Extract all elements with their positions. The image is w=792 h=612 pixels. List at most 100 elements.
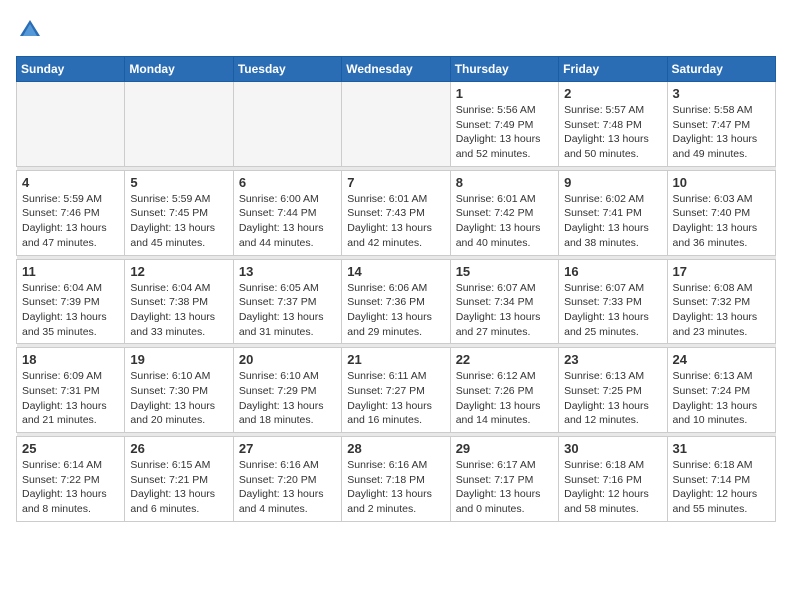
day-number: 11 bbox=[22, 264, 119, 279]
day-number: 31 bbox=[673, 441, 770, 456]
calendar-cell: 4 Sunrise: 5:59 AM Sunset: 7:46 PM Daylig… bbox=[17, 170, 125, 255]
calendar-cell bbox=[342, 82, 450, 167]
day-detail: Sunrise: 6:00 AM Sunset: 7:44 PM Dayligh… bbox=[239, 192, 336, 251]
calendar-cell bbox=[125, 82, 233, 167]
calendar-cell: 1Sunrise: 5:56 AM Sunset: 7:49 PM Daylig… bbox=[450, 82, 558, 167]
day-detail: Sunrise: 6:11 AM Sunset: 7:27 PM Dayligh… bbox=[347, 369, 444, 428]
day-detail: Sunrise: 6:01 AM Sunset: 7:42 PM Dayligh… bbox=[456, 192, 553, 251]
day-number: 24 bbox=[673, 352, 770, 367]
day-detail: Sunrise: 5:56 AM Sunset: 7:49 PM Dayligh… bbox=[456, 103, 553, 162]
weekday-header: Wednesday bbox=[342, 57, 450, 82]
day-detail: Sunrise: 6:05 AM Sunset: 7:37 PM Dayligh… bbox=[239, 281, 336, 340]
calendar-cell: 18 Sunrise: 6:09 AM Sunset: 7:31 PM Dayli… bbox=[17, 348, 125, 433]
calendar-cell: 3 Sunrise: 5:58 AM Sunset: 7:47 PM Daylig… bbox=[667, 82, 775, 167]
day-detail: Sunrise: 6:18 AM Sunset: 7:16 PM Dayligh… bbox=[564, 458, 661, 517]
calendar-cell: 28 Sunrise: 6:16 AM Sunset: 7:18 PM Dayli… bbox=[342, 437, 450, 522]
calendar-cell: 7 Sunrise: 6:01 AM Sunset: 7:43 PM Daylig… bbox=[342, 170, 450, 255]
day-detail: Sunrise: 6:04 AM Sunset: 7:39 PM Dayligh… bbox=[22, 281, 119, 340]
day-detail: Sunrise: 5:59 AM Sunset: 7:45 PM Dayligh… bbox=[130, 192, 227, 251]
calendar-cell: 8 Sunrise: 6:01 AM Sunset: 7:42 PM Daylig… bbox=[450, 170, 558, 255]
weekday-header: Sunday bbox=[17, 57, 125, 82]
day-number: 14 bbox=[347, 264, 444, 279]
weekday-header-row: SundayMondayTuesdayWednesdayThursdayFrid… bbox=[17, 57, 776, 82]
day-detail: Sunrise: 6:15 AM Sunset: 7:21 PM Dayligh… bbox=[130, 458, 227, 517]
day-number: 15 bbox=[456, 264, 553, 279]
day-number: 2 bbox=[564, 86, 661, 101]
day-number: 5 bbox=[130, 175, 227, 190]
day-number: 7 bbox=[347, 175, 444, 190]
calendar-cell: 26 Sunrise: 6:15 AM Sunset: 7:21 PM Dayli… bbox=[125, 437, 233, 522]
day-detail: Sunrise: 6:06 AM Sunset: 7:36 PM Dayligh… bbox=[347, 281, 444, 340]
day-number: 9 bbox=[564, 175, 661, 190]
day-detail: Sunrise: 6:01 AM Sunset: 7:43 PM Dayligh… bbox=[347, 192, 444, 251]
day-number: 13 bbox=[239, 264, 336, 279]
day-number: 3 bbox=[673, 86, 770, 101]
calendar-cell: 12Sunrise: 6:04 AM Sunset: 7:38 PM Dayli… bbox=[125, 259, 233, 344]
day-number: 8 bbox=[456, 175, 553, 190]
day-number: 12 bbox=[130, 264, 227, 279]
day-number: 27 bbox=[239, 441, 336, 456]
logo bbox=[16, 16, 48, 44]
day-detail: Sunrise: 6:02 AM Sunset: 7:41 PM Dayligh… bbox=[564, 192, 661, 251]
calendar-cell: 29 Sunrise: 6:17 AM Sunset: 7:17 PM Dayli… bbox=[450, 437, 558, 522]
calendar-cell: 24Sunrise: 6:13 AM Sunset: 7:24 PM Dayli… bbox=[667, 348, 775, 433]
page-header bbox=[16, 16, 776, 44]
day-number: 22 bbox=[456, 352, 553, 367]
day-detail: Sunrise: 6:16 AM Sunset: 7:18 PM Dayligh… bbox=[347, 458, 444, 517]
calendar-cell: 23Sunrise: 6:13 AM Sunset: 7:25 PM Dayli… bbox=[559, 348, 667, 433]
day-detail: Sunrise: 6:16 AM Sunset: 7:20 PM Dayligh… bbox=[239, 458, 336, 517]
calendar-week-row: 4 Sunrise: 5:59 AM Sunset: 7:46 PM Daylig… bbox=[17, 170, 776, 255]
calendar-cell: 20 Sunrise: 6:10 AM Sunset: 7:29 PM Dayli… bbox=[233, 348, 341, 433]
day-detail: Sunrise: 6:13 AM Sunset: 7:25 PM Dayligh… bbox=[564, 369, 661, 428]
calendar-cell bbox=[233, 82, 341, 167]
calendar-cell: 19 Sunrise: 6:10 AM Sunset: 7:30 PM Dayli… bbox=[125, 348, 233, 433]
day-number: 28 bbox=[347, 441, 444, 456]
day-detail: Sunrise: 6:07 AM Sunset: 7:34 PM Dayligh… bbox=[456, 281, 553, 340]
day-detail: Sunrise: 5:57 AM Sunset: 7:48 PM Dayligh… bbox=[564, 103, 661, 162]
calendar-cell bbox=[17, 82, 125, 167]
logo-icon bbox=[16, 16, 44, 44]
calendar-cell: 22Sunrise: 6:12 AM Sunset: 7:26 PM Dayli… bbox=[450, 348, 558, 433]
weekday-header: Friday bbox=[559, 57, 667, 82]
day-number: 19 bbox=[130, 352, 227, 367]
day-number: 25 bbox=[22, 441, 119, 456]
calendar-cell: 31Sunrise: 6:18 AM Sunset: 7:14 PM Dayli… bbox=[667, 437, 775, 522]
weekday-header: Saturday bbox=[667, 57, 775, 82]
day-number: 6 bbox=[239, 175, 336, 190]
day-number: 26 bbox=[130, 441, 227, 456]
calendar-cell: 11 Sunrise: 6:04 AM Sunset: 7:39 PM Dayli… bbox=[17, 259, 125, 344]
calendar-week-row: 11 Sunrise: 6:04 AM Sunset: 7:39 PM Dayli… bbox=[17, 259, 776, 344]
day-number: 17 bbox=[673, 264, 770, 279]
calendar-cell: 30Sunrise: 6:18 AM Sunset: 7:16 PM Dayli… bbox=[559, 437, 667, 522]
day-number: 20 bbox=[239, 352, 336, 367]
calendar-cell: 27 Sunrise: 6:16 AM Sunset: 7:20 PM Dayli… bbox=[233, 437, 341, 522]
day-number: 10 bbox=[673, 175, 770, 190]
day-number: 29 bbox=[456, 441, 553, 456]
calendar-week-row: 1Sunrise: 5:56 AM Sunset: 7:49 PM Daylig… bbox=[17, 82, 776, 167]
day-detail: Sunrise: 6:07 AM Sunset: 7:33 PM Dayligh… bbox=[564, 281, 661, 340]
calendar-cell: 16Sunrise: 6:07 AM Sunset: 7:33 PM Dayli… bbox=[559, 259, 667, 344]
day-number: 18 bbox=[22, 352, 119, 367]
day-detail: Sunrise: 5:58 AM Sunset: 7:47 PM Dayligh… bbox=[673, 103, 770, 162]
calendar-cell: 14 Sunrise: 6:06 AM Sunset: 7:36 PM Dayli… bbox=[342, 259, 450, 344]
calendar-week-row: 25Sunrise: 6:14 AM Sunset: 7:22 PM Dayli… bbox=[17, 437, 776, 522]
calendar-table: SundayMondayTuesdayWednesdayThursdayFrid… bbox=[16, 56, 776, 522]
calendar-cell: 17 Sunrise: 6:08 AM Sunset: 7:32 PM Dayli… bbox=[667, 259, 775, 344]
day-number: 4 bbox=[22, 175, 119, 190]
day-detail: Sunrise: 6:10 AM Sunset: 7:30 PM Dayligh… bbox=[130, 369, 227, 428]
calendar-cell: 10 Sunrise: 6:03 AM Sunset: 7:40 PM Dayli… bbox=[667, 170, 775, 255]
calendar-cell: 2 Sunrise: 5:57 AM Sunset: 7:48 PM Daylig… bbox=[559, 82, 667, 167]
calendar-cell: 5 Sunrise: 5:59 AM Sunset: 7:45 PM Daylig… bbox=[125, 170, 233, 255]
day-detail: Sunrise: 6:17 AM Sunset: 7:17 PM Dayligh… bbox=[456, 458, 553, 517]
day-detail: Sunrise: 5:59 AM Sunset: 7:46 PM Dayligh… bbox=[22, 192, 119, 251]
calendar-week-row: 18 Sunrise: 6:09 AM Sunset: 7:31 PM Dayli… bbox=[17, 348, 776, 433]
calendar-cell: 15 Sunrise: 6:07 AM Sunset: 7:34 PM Dayli… bbox=[450, 259, 558, 344]
day-detail: Sunrise: 6:09 AM Sunset: 7:31 PM Dayligh… bbox=[22, 369, 119, 428]
day-detail: Sunrise: 6:03 AM Sunset: 7:40 PM Dayligh… bbox=[673, 192, 770, 251]
calendar-cell: 25Sunrise: 6:14 AM Sunset: 7:22 PM Dayli… bbox=[17, 437, 125, 522]
day-number: 21 bbox=[347, 352, 444, 367]
weekday-header: Monday bbox=[125, 57, 233, 82]
day-detail: Sunrise: 6:10 AM Sunset: 7:29 PM Dayligh… bbox=[239, 369, 336, 428]
day-detail: Sunrise: 6:08 AM Sunset: 7:32 PM Dayligh… bbox=[673, 281, 770, 340]
calendar-cell: 21 Sunrise: 6:11 AM Sunset: 7:27 PM Dayli… bbox=[342, 348, 450, 433]
